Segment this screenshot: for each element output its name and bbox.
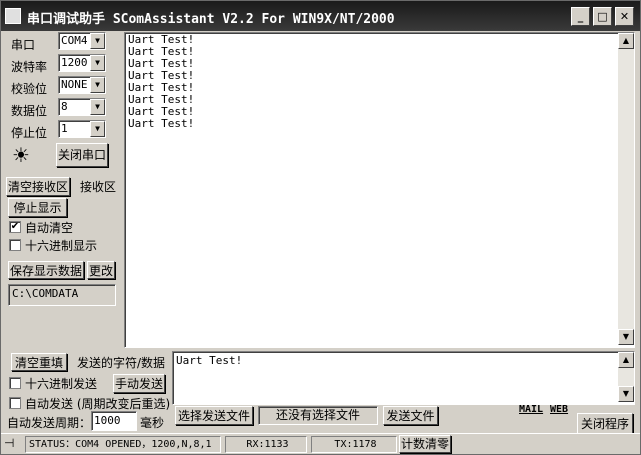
chevron-down-icon[interactable]: ▼ — [90, 121, 105, 137]
hex-display-label: 十六进制显示 — [25, 239, 98, 253]
parity-select[interactable]: NONE ▼ — [58, 76, 106, 94]
hex-send-label: 十六进制发送 — [25, 377, 98, 391]
manual-send-button[interactable]: 手动发送 — [113, 374, 165, 393]
close-button[interactable]: ✕ — [615, 7, 634, 26]
databits-value: 8 — [61, 100, 68, 113]
receive-line: Uart Test! — [128, 117, 195, 130]
hex-send-checkbox[interactable] — [9, 377, 21, 389]
port-value: COM4 — [61, 34, 88, 47]
rx-counter: RX:1133 — [225, 436, 307, 453]
save-path-field: C:\COMDATA — [8, 284, 116, 306]
auto-send-label: 自动发送 (周期改变后重选) — [25, 397, 171, 411]
chevron-down-icon[interactable]: ▼ — [90, 77, 105, 93]
baud-value: 1200 — [61, 56, 88, 69]
auto-clear-label: 自动清空 — [25, 221, 74, 235]
period-label: 自动发送周期： — [7, 416, 92, 430]
send-scrollbar[interactable]: ▲ ▼ — [618, 352, 634, 402]
chevron-down-icon[interactable]: ▼ — [90, 55, 105, 71]
receive-area-label: 接收区 — [80, 180, 117, 194]
chevron-down-icon[interactable]: ▼ — [90, 33, 105, 49]
change-path-button[interactable]: 更改 — [87, 261, 115, 279]
send-text: Uart Test! — [176, 354, 243, 367]
send-area[interactable]: Uart Test! ▲ ▼ — [172, 351, 635, 405]
plug-icon: ⊣ — [4, 436, 15, 450]
save-data-button[interactable]: 保存显示数据 — [8, 261, 84, 279]
port-label: 串口 — [11, 38, 36, 52]
close-port-button[interactable]: 关闭串口 — [56, 143, 108, 167]
scroll-up-icon[interactable]: ▲ — [618, 33, 634, 49]
mail-link[interactable]: MAIL — [519, 404, 543, 415]
send-file-button[interactable]: 发送文件 — [383, 406, 438, 425]
select-file-button[interactable]: 选择发送文件 — [175, 406, 253, 425]
reset-count-button[interactable]: 计数清零 — [399, 435, 451, 453]
parity-value: NONE — [61, 78, 88, 91]
file-name-field: 还没有选择文件 — [258, 406, 378, 425]
status-bar: ⊣ STATUS：COM4 OPENED，1200,N,8,1 RX:1133 … — [1, 433, 640, 454]
stopbits-label: 停止位 — [11, 126, 48, 140]
main-window: 串口调试助手 SComAssistant V2.2 For WIN9X/NT/2… — [0, 0, 641, 455]
title-bar: 串口调试助手 SComAssistant V2.2 For WIN9X/NT/2… — [1, 1, 640, 31]
send-area-label: 发送的字符/数据 — [77, 356, 166, 370]
auto-clear-checkbox[interactable]: ✔ — [9, 221, 21, 233]
stop-display-button[interactable]: 停止显示 — [8, 198, 67, 217]
app-icon — [5, 8, 21, 24]
period-input[interactable]: 1000 — [91, 411, 137, 431]
receive-scrollbar[interactable]: ▲ ▼ — [618, 33, 634, 345]
databits-select[interactable]: 8 ▼ — [58, 98, 106, 116]
minimize-button[interactable]: _ — [571, 7, 590, 26]
auto-send-checkbox[interactable] — [9, 397, 21, 409]
chevron-down-icon[interactable]: ▼ — [90, 99, 105, 115]
maximize-button[interactable]: □ — [593, 7, 612, 26]
scroll-up-icon[interactable]: ▲ — [618, 352, 634, 368]
scroll-down-icon[interactable]: ▼ — [618, 329, 634, 345]
clear-send-button[interactable]: 清空重填 — [11, 353, 67, 371]
baud-label: 波特率 — [11, 60, 48, 74]
tx-counter: TX:1178 — [311, 436, 397, 453]
stopbits-value: 1 — [61, 122, 68, 135]
led-icon: ☀ — [12, 143, 30, 167]
parity-label: 校验位 — [11, 82, 48, 96]
receive-text: Uart Test! Uart Test! Uart Test! Uart Te… — [128, 34, 194, 130]
status-text: STATUS：COM4 OPENED，1200,N,8,1 — [25, 436, 221, 453]
hex-display-checkbox[interactable] — [9, 239, 21, 251]
databits-label: 数据位 — [11, 104, 48, 118]
stopbits-select[interactable]: 1 ▼ — [58, 120, 106, 138]
clear-receive-button[interactable]: 清空接收区 — [6, 177, 70, 196]
receive-area[interactable]: Uart Test! Uart Test! Uart Test! Uart Te… — [124, 32, 635, 348]
baud-select[interactable]: 1200 ▼ — [58, 54, 106, 72]
scroll-down-icon[interactable]: ▼ — [618, 386, 634, 402]
period-unit: 毫秒 — [140, 416, 165, 430]
window-title: 串口调试助手 SComAssistant V2.2 For WIN9X/NT/2… — [27, 12, 395, 27]
web-link[interactable]: WEB — [550, 404, 568, 415]
exit-button[interactable]: 关闭程序 — [577, 413, 633, 435]
port-select[interactable]: COM4 ▼ — [58, 32, 106, 50]
